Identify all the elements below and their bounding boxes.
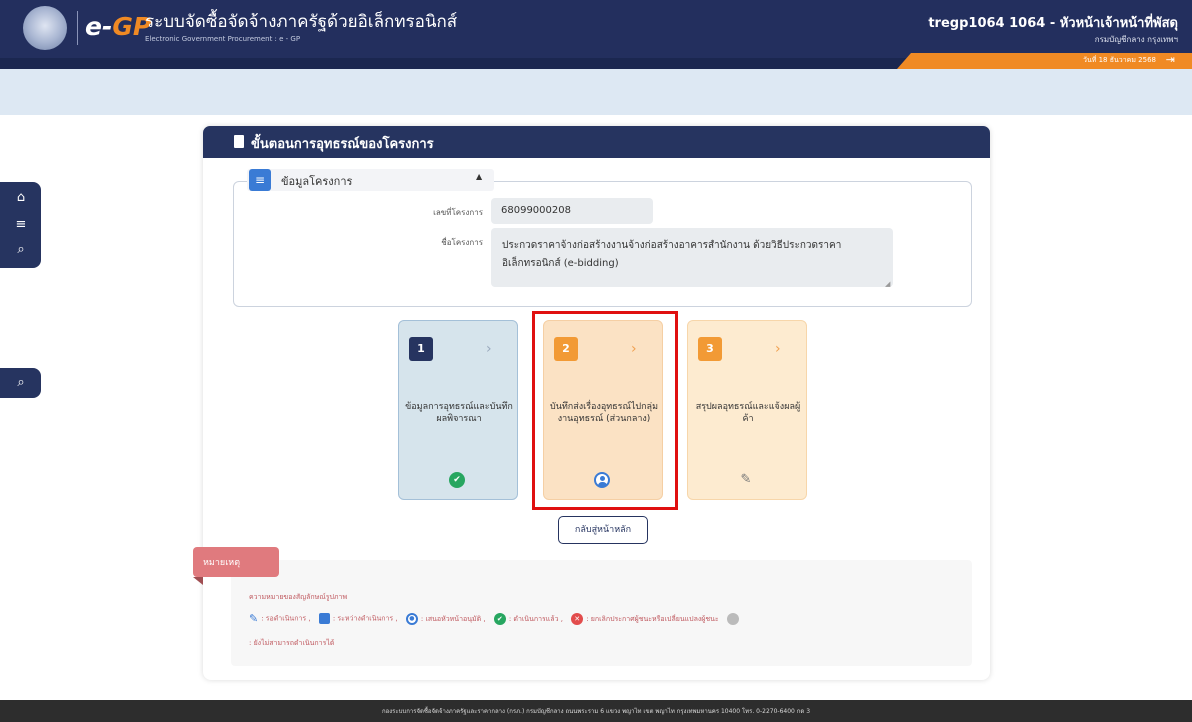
document-icon xyxy=(234,135,244,148)
legend-item: : ระหว่างดำเนินการ , xyxy=(318,612,398,625)
check-circle-icon: ✔ xyxy=(449,472,465,488)
footer-address: กองระบบการจัดซื้อจัดจ้างภาครัฐและราคากลา… xyxy=(381,708,811,715)
top-header: e-GP ระบบจัดซื้อจัดจ้างภาครัฐด้วยอิเล็กท… xyxy=(0,0,1192,58)
step-number: 1 xyxy=(409,337,433,361)
legend-item: ✕: ยกเลิกประกาศผู้ชนะหรือเปลี่ยนแปลงผู้ช… xyxy=(571,612,719,625)
legend-heading: ความหมายของสัญลักษณ์รูปภาพ xyxy=(249,593,348,601)
step-number: 3 xyxy=(698,337,722,361)
current-date: วันที่ 18 ธันวาคม 2568 xyxy=(1083,56,1156,64)
site-subtitle: Electronic Government Procurement : e - … xyxy=(145,35,301,43)
step-label: สรุปผลอุทธรณ์และแจ้งผลผู้ค้า xyxy=(695,402,801,424)
notes-box: ความหมายของสัญลักษณ์รูปภาพ ✎: รอดำเนินกา… xyxy=(231,560,972,666)
step-3-card[interactable]: 3 › สรุปผลอุทธรณ์และแจ้งผลผู้ค้า ✎ xyxy=(687,320,807,500)
notes-tab: หมายเหตุ xyxy=(193,547,279,577)
legend-item: ✎: รอดำเนินการ , xyxy=(249,612,311,625)
side-toolbar: ⌂ ≡ ⌕ xyxy=(0,182,41,268)
chevron-right-icon: › xyxy=(775,341,781,357)
project-info-toggle[interactable]: ≡ ข้อมูลโครงการ ▲ xyxy=(247,169,494,191)
edit-icon: ✎ xyxy=(740,472,752,487)
caret-up-icon[interactable]: ▲ xyxy=(476,172,482,181)
highlight-box xyxy=(532,311,678,510)
user-department: กรมบัญชีกลาง กรุงเทพฯ xyxy=(1094,35,1178,44)
card-header: ขั้นตอนการอุทธรณ์ของโครงการ xyxy=(203,126,990,158)
legend-item xyxy=(726,612,742,625)
section-title: ข้อมูลโครงการ xyxy=(281,175,353,188)
hero-banner xyxy=(0,69,1192,115)
legend-row: ✎: รอดำเนินการ , : ระหว่างดำเนินการ , ●:… xyxy=(249,612,748,626)
save-icon xyxy=(318,612,330,624)
site-title: ระบบจัดซื้อจัดจ้างภาครัฐด้วยอิเล็กทรอนิก… xyxy=(145,12,458,32)
edit-icon: ✎ xyxy=(249,612,259,625)
logout-icon[interactable]: ⇥ xyxy=(1166,54,1175,66)
back-to-home-button[interactable]: กลับสู่หน้าหลัก xyxy=(558,516,648,544)
search-icon[interactable]: ⌕ xyxy=(11,373,31,393)
home-icon[interactable]: ⌂ xyxy=(11,188,31,208)
legend-item: ●: เสนอหัวหน้าอนุมัติ , xyxy=(405,612,486,625)
project-name-field: ประกวดราคาจ้างก่อสร้างงานจ้างก่อสร้างอาค… xyxy=(491,228,893,287)
grey-circle-icon xyxy=(726,612,739,625)
notes-tab-fold xyxy=(193,577,203,585)
cancel-circle-icon: ✕ xyxy=(571,612,584,625)
step-label: ข้อมูลการอุทธรณ์และบันทึกผลพิจารณา xyxy=(405,402,513,424)
chevron-right-icon: › xyxy=(486,341,492,357)
card-title: ขั้นตอนการอุทธรณ์ของโครงการ xyxy=(251,137,434,152)
header-divider xyxy=(77,11,78,45)
legend-item: ✔: ดำเนินการแล้ว , xyxy=(493,612,563,625)
footer: กองระบบการจัดซื้อจัดจ้างภาครัฐและราคากลา… xyxy=(0,700,1192,722)
step-1-card[interactable]: 1 › ข้อมูลการอุทธรณ์และบันทึกผลพิจารณา ✔ xyxy=(398,320,518,500)
legend-row-2: : ยังไม่สามารถดำเนินการได้ xyxy=(249,639,335,647)
search-icon[interactable]: ⌕ xyxy=(11,240,31,260)
check-circle-icon: ✔ xyxy=(493,612,506,625)
project-name-label: ชื่อโครงการ xyxy=(441,238,483,247)
garuda-seal-logo xyxy=(23,6,67,50)
user-name[interactable]: tregp1064 1064 - หัวหน้าเจ้าหน้าที่พัสดุ xyxy=(928,12,1178,33)
project-no-label: เลขที่โครงการ xyxy=(433,208,483,217)
resize-handle-icon[interactable]: ◢ xyxy=(885,280,890,288)
user-circle-icon: ● xyxy=(405,612,418,625)
egp-logo: e-GP xyxy=(85,12,152,41)
list-icon: ≡ xyxy=(249,169,271,191)
menu-icon[interactable]: ≡ xyxy=(11,215,31,235)
side-search-panel: ⌕ xyxy=(0,368,41,398)
project-no-field: 68099000208 xyxy=(491,198,653,224)
